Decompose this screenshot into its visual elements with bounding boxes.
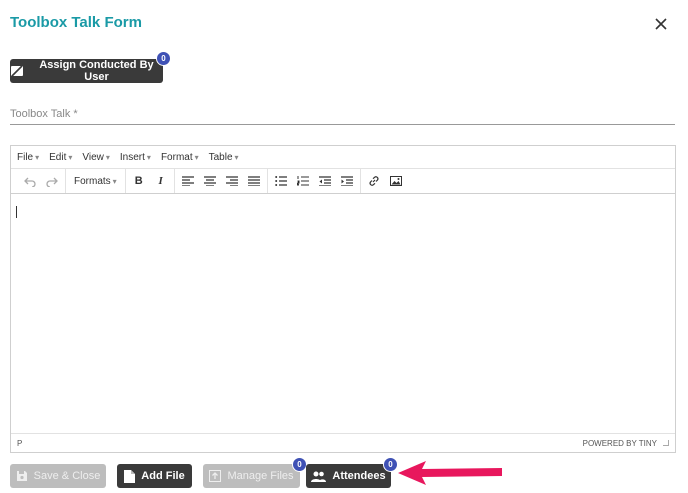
save-close-button[interactable]: Save & Close <box>10 464 106 488</box>
formats-dropdown[interactable]: Formats ▾ <box>70 176 121 187</box>
edit-off-icon <box>10 64 24 78</box>
upload-icon <box>209 470 222 482</box>
element-path[interactable]: P <box>17 439 22 448</box>
menu-view[interactable]: View ▾ <box>82 152 110 163</box>
manage-files-count-badge: 0 <box>292 457 307 472</box>
text-cursor <box>16 206 17 218</box>
rich-text-editor: File ▾ Edit ▾ View ▾ Insert ▾ Format ▾ Table ▾… <box>10 145 676 453</box>
editor-toolbar: Formats ▾ B I <box>11 169 675 194</box>
editor-menubar: File ▾ Edit ▾ View ▾ Insert ▾ Format ▾ Table ▾ <box>11 146 675 169</box>
numbered-list-icon[interactable] <box>294 172 312 190</box>
link-icon[interactable] <box>365 172 383 190</box>
menu-file[interactable]: File ▾ <box>17 152 39 163</box>
undo-icon[interactable] <box>21 172 39 190</box>
attendees-label: Attendees <box>332 470 386 482</box>
indent-icon[interactable] <box>338 172 356 190</box>
assign-count-badge: 0 <box>156 51 171 66</box>
menu-format[interactable]: Format ▾ <box>161 152 199 163</box>
assign-button-label: Assign Conducted By User <box>39 59 154 83</box>
assign-conducted-by-user-button[interactable]: Assign Conducted By User <box>10 59 163 83</box>
menu-insert[interactable]: Insert ▾ <box>120 152 151 163</box>
save-icon <box>16 470 28 482</box>
menu-edit[interactable]: Edit ▾ <box>49 152 72 163</box>
file-icon <box>124 469 136 483</box>
redo-icon[interactable] <box>43 172 61 190</box>
people-icon <box>311 471 327 482</box>
manage-files-button[interactable]: Manage Files <box>203 464 300 488</box>
align-center-icon[interactable] <box>201 172 219 190</box>
editor-statusbar: P POWERED BY TINY <box>11 433 675 452</box>
menu-table[interactable]: Table ▾ <box>209 152 239 163</box>
toolbox-talk-label: Toolbox Talk * <box>10 108 78 120</box>
save-close-label: Save & Close <box>33 470 101 482</box>
editor-content-area[interactable] <box>11 196 675 434</box>
outdent-icon[interactable] <box>316 172 334 190</box>
close-icon[interactable] <box>653 16 669 32</box>
align-left-icon[interactable] <box>179 172 197 190</box>
image-icon[interactable] <box>387 172 405 190</box>
add-file-button[interactable]: Add File <box>117 464 192 488</box>
pointer-arrow-annotation <box>396 456 506 490</box>
attendees-button[interactable]: Attendees <box>306 464 391 488</box>
italic-icon[interactable]: I <box>152 172 170 190</box>
align-right-icon[interactable] <box>223 172 241 190</box>
bold-icon[interactable]: B <box>130 172 148 190</box>
dialog-title: Toolbox Talk Form <box>10 14 142 31</box>
manage-files-label: Manage Files <box>227 470 294 482</box>
powered-by-tiny[interactable]: POWERED BY TINY <box>583 439 657 448</box>
bullet-list-icon[interactable] <box>272 172 290 190</box>
align-justify-icon[interactable] <box>245 172 263 190</box>
add-file-label: Add File <box>141 470 185 482</box>
resize-handle-icon[interactable] <box>663 440 669 446</box>
toolbox-talk-field-underline <box>10 124 675 125</box>
